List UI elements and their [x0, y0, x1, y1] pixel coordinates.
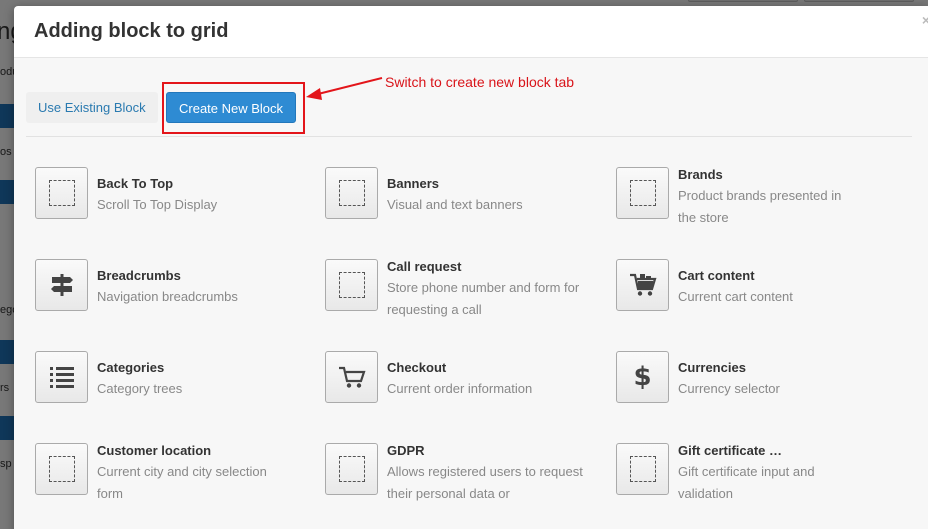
- modal-title: Adding block to grid: [34, 20, 229, 42]
- block-desc: Current city and city selection form: [97, 464, 267, 501]
- block-desc: Store phone number and form for requesti…: [387, 280, 580, 317]
- block-title: Brands: [678, 167, 723, 182]
- signpost-icon: [35, 259, 88, 311]
- dotted-square-icon: [35, 167, 88, 219]
- cart-full-icon: [616, 259, 669, 311]
- dotted-square-icon: [616, 443, 669, 495]
- block-title: Checkout: [387, 360, 447, 375]
- block-title: Banners: [387, 176, 440, 191]
- modal-body: Use Existing Block Create New Block Swit…: [14, 58, 928, 529]
- block-title: Customer location: [97, 443, 212, 458]
- block-categories[interactable]: Categories Category trees: [28, 351, 308, 431]
- block-currencies[interactable]: $ Currencies Currency selector: [609, 351, 889, 431]
- dotted-square-icon: [325, 167, 378, 219]
- dotted-square-icon: [35, 443, 88, 495]
- block-desc: Category trees: [97, 381, 183, 396]
- block-desc: Scroll To Top Display: [97, 197, 218, 212]
- dotted-square-icon: [325, 443, 378, 495]
- block-desc: Visual and text banners: [387, 197, 523, 212]
- dotted-square-icon: [616, 167, 669, 219]
- block-desc: Currency selector: [678, 381, 780, 396]
- annotation-arrow-icon: [306, 77, 383, 100]
- block-back-to-top[interactable]: Back To Top Scroll To Top Display: [28, 167, 308, 247]
- block-title: Gift certificate …: [678, 443, 783, 458]
- block-title: Cart content: [678, 268, 755, 283]
- block-desc: Product brands presented in the store: [678, 188, 842, 225]
- add-block-modal: Adding block to grid × Use Existing Bloc…: [14, 6, 928, 529]
- annotation-text: Switch to create new block tab: [385, 74, 575, 90]
- block-checkout[interactable]: Checkout Current order information: [318, 351, 598, 431]
- block-banners[interactable]: Banners Visual and text banners: [318, 167, 598, 247]
- block-gdpr[interactable]: GDPR Allows registered users to request …: [318, 443, 598, 523]
- block-title: Call request: [387, 259, 462, 274]
- cart-icon: [325, 351, 378, 403]
- block-desc: Navigation breadcrumbs: [97, 289, 238, 304]
- block-title: Categories: [97, 360, 165, 375]
- close-icon[interactable]: ×: [922, 12, 928, 28]
- dollar-icon: $: [616, 351, 669, 403]
- block-cart-content[interactable]: Cart content Current cart content: [609, 259, 889, 339]
- list-icon: [35, 351, 88, 403]
- annotation-highlight-box: [162, 82, 305, 134]
- block-desc: Allows registered users to request their…: [387, 464, 583, 501]
- block-breadcrumbs[interactable]: Breadcrumbs Navigation breadcrumbs: [28, 259, 308, 339]
- block-title: Currencies: [678, 360, 746, 375]
- block-brands[interactable]: Brands Product brands presented in the s…: [609, 167, 889, 247]
- tab-use-existing-block[interactable]: Use Existing Block: [26, 92, 158, 123]
- divider: [26, 136, 912, 137]
- block-title: Breadcrumbs: [97, 268, 181, 283]
- block-desc: Current order information: [387, 381, 533, 396]
- dotted-square-icon: [325, 259, 378, 311]
- block-desc: Gift certificate input and validation: [678, 464, 815, 501]
- modal-header: Adding block to grid ×: [14, 6, 928, 58]
- block-desc: Current cart content: [678, 289, 793, 304]
- block-title: Back To Top: [97, 176, 174, 191]
- block-gift-certificate[interactable]: Gift certificate … Gift certificate inpu…: [609, 443, 889, 523]
- block-title: GDPR: [387, 443, 425, 458]
- block-call-request[interactable]: Call request Store phone number and form…: [318, 259, 598, 339]
- block-customer-location[interactable]: Customer location Current city and city …: [28, 443, 308, 523]
